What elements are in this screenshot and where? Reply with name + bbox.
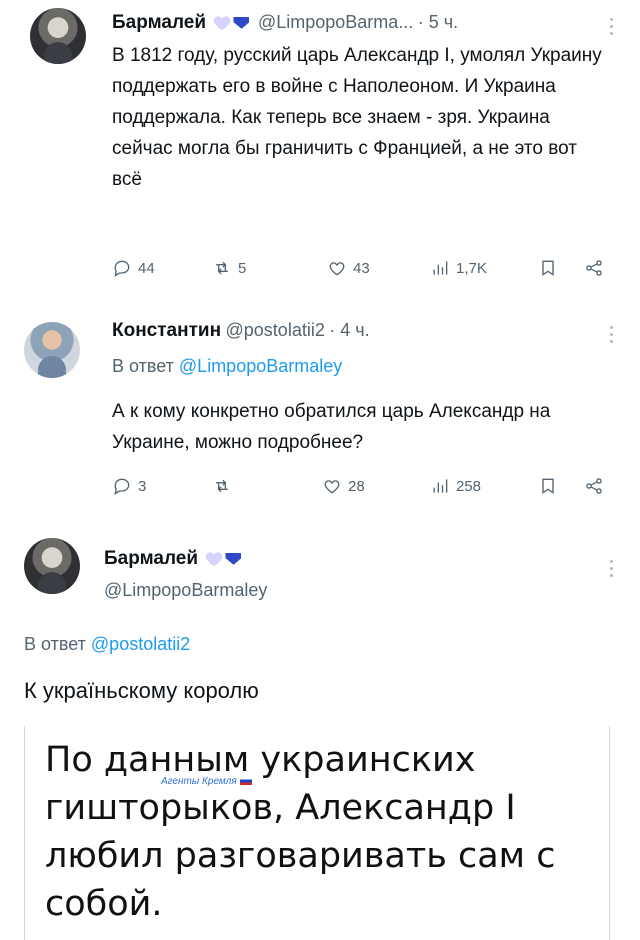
views-icon — [433, 479, 448, 493]
reply-icon — [114, 478, 130, 495]
timestamp: · 5 ч. — [417, 12, 459, 32]
share-icon — [586, 260, 602, 276]
display-name[interactable]: Бармалей — [104, 548, 198, 569]
like-button[interactable]: 43 — [327, 258, 370, 278]
tweet-2: Константин @postolatii2 · 4 ч. В ответ @… — [0, 300, 640, 520]
bookmark-icon — [542, 260, 554, 276]
like-count: 43 — [353, 259, 370, 277]
heart-icon — [324, 480, 340, 494]
heart-icon — [329, 262, 345, 276]
share-button[interactable] — [584, 258, 604, 278]
timestamp: · 4 ч. — [329, 320, 370, 340]
bookmark-button[interactable] — [538, 258, 558, 278]
action-bar: 44 5 43 1,7K — [112, 258, 612, 282]
display-name[interactable]: Константин — [112, 320, 221, 341]
reply-count: 44 — [138, 259, 155, 277]
tweet-text: А к кому конкретно обратился царь Алекса… — [112, 401, 551, 453]
shield-badge-icon — [233, 16, 250, 29]
action-bar: 3 28 258 — [112, 476, 612, 500]
views-count: 1,7K — [456, 259, 487, 277]
caption-box: По данным украинских гишторыков, Алексан… — [24, 726, 610, 940]
reply-context: В ответ @postolatii2 — [24, 634, 190, 655]
reply-handle-link[interactable]: @LimpopoBarmaley — [179, 356, 342, 376]
shield-badge-icon — [225, 552, 242, 565]
watermark-text: Агенты Кремля — [161, 776, 237, 787]
tweet-3: Бармалей @LimpopoBarmaley В ответ @posto… — [0, 520, 640, 720]
like-count: 28 — [348, 477, 365, 495]
reply-prefix: В ответ — [24, 634, 86, 654]
reply-handle-link[interactable]: @postolatii2 — [91, 634, 190, 654]
retweet-icon — [216, 261, 228, 275]
handle[interactable]: @LimpopoBarma... — [258, 12, 413, 32]
like-button[interactable]: 28 — [322, 476, 365, 496]
tweet-header: Константин @postolatii2 · 4 ч. — [112, 320, 370, 342]
watermark: Агенты Кремля — [161, 776, 252, 787]
heart-badge-icon — [214, 17, 230, 31]
more-icon[interactable] — [608, 18, 614, 38]
handle[interactable]: @LimpopoBarmaley — [104, 580, 267, 601]
retweet-button[interactable] — [212, 476, 238, 496]
avatar[interactable] — [30, 8, 86, 64]
tweet-header: Бармалей @LimpopoBarma... · 5 ч. — [112, 12, 458, 34]
avatar[interactable] — [24, 538, 80, 594]
more-icon[interactable] — [608, 326, 614, 346]
share-button[interactable] — [584, 476, 604, 496]
badges — [206, 552, 242, 567]
retweet-button[interactable]: 5 — [212, 258, 246, 278]
bookmark-icon — [542, 478, 554, 494]
heart-badge-icon — [206, 553, 222, 567]
retweet-count: 5 — [238, 259, 247, 277]
caption-text: По данным украинских гишторыков, Алексан… — [45, 740, 556, 924]
badges — [214, 16, 250, 31]
reply-prefix: В ответ — [112, 356, 174, 376]
reply-icon — [114, 260, 130, 277]
share-icon — [586, 478, 602, 494]
more-icon[interactable] — [608, 560, 614, 580]
avatar[interactable] — [24, 322, 80, 378]
tweet-text: К україньскому королю — [24, 678, 259, 703]
reply-context: В ответ @LimpopoBarmaley — [112, 356, 342, 377]
flag-icon — [239, 777, 252, 786]
retweet-icon — [216, 479, 228, 493]
views-icon — [433, 261, 448, 275]
tweet-text: В 1812 году, русский царь Александр I, у… — [112, 45, 602, 190]
reply-count: 3 — [138, 477, 147, 495]
bookmark-button[interactable] — [538, 476, 558, 496]
reply-button[interactable]: 44 — [112, 258, 155, 278]
views-button[interactable]: 258 — [430, 476, 481, 496]
tweet-1: Бармалей @LimpopoBarma... · 5 ч. В 1812 … — [0, 0, 640, 300]
views-count: 258 — [456, 477, 482, 495]
reply-button[interactable]: 3 — [112, 476, 146, 496]
display-name[interactable]: Бармалей — [112, 12, 206, 33]
handle[interactable]: @postolatii2 — [226, 320, 325, 340]
tweet-header: Бармалей — [104, 548, 245, 570]
views-button[interactable]: 1,7K — [430, 258, 487, 278]
